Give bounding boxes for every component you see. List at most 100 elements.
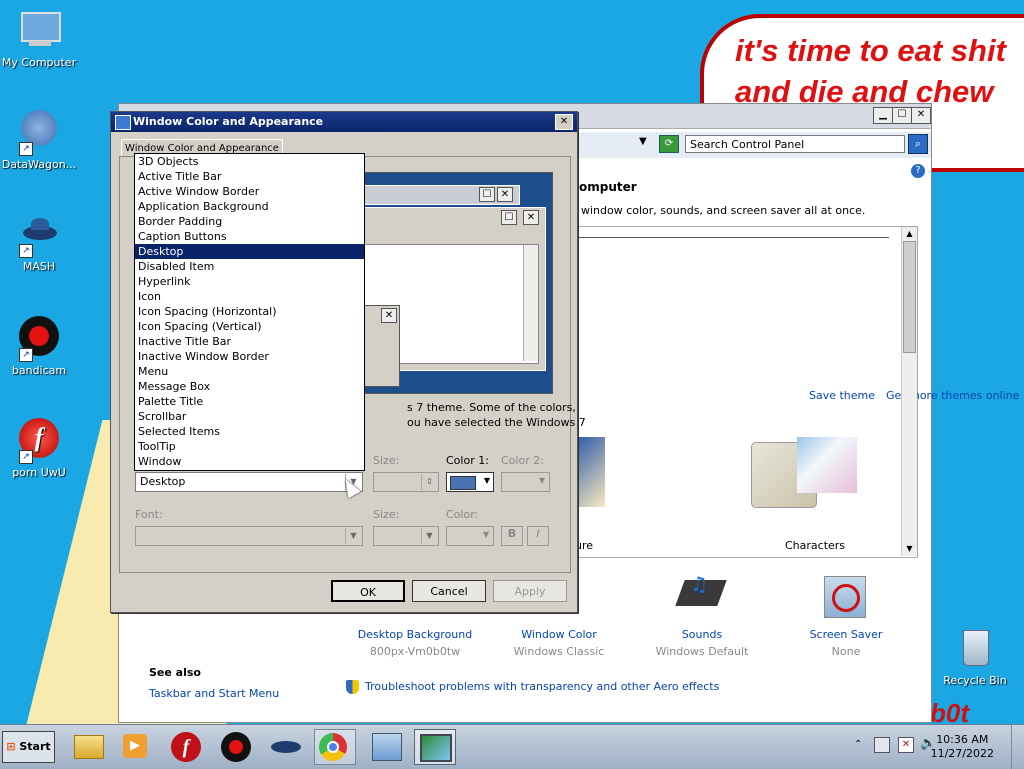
dropdown-option[interactable]: Active Window Border bbox=[135, 184, 364, 199]
help-icon[interactable]: ? bbox=[911, 164, 925, 178]
action-center-icon[interactable]: ✕ bbox=[898, 737, 914, 753]
chevron-down-icon[interactable]: ▼ bbox=[421, 528, 437, 544]
dropdown-option[interactable]: Selected Items bbox=[135, 424, 364, 439]
shortcut-arrow-icon: ↗ bbox=[19, 450, 33, 464]
dropdown-option[interactable]: Inactive Window Border bbox=[135, 349, 364, 364]
desktop-icon-bandicam[interactable]: ↗ bandicam bbox=[0, 316, 78, 377]
screen-saver-link[interactable]: Screen Saver bbox=[776, 628, 916, 641]
dropdown-option[interactable]: Border Padding bbox=[135, 214, 364, 229]
color1-picker[interactable]: ▼ bbox=[446, 472, 494, 492]
themes-scrollbar[interactable]: ▲ ▼ bbox=[901, 227, 917, 556]
bandicam-taskbar-icon[interactable] bbox=[216, 729, 256, 763]
network-icon[interactable] bbox=[874, 737, 890, 753]
screen-saver-item[interactable]: Screen Saver None bbox=[776, 572, 916, 658]
desktop-icon-mash[interactable]: ↗ MASH bbox=[0, 212, 78, 273]
italic-button[interactable]: I bbox=[527, 526, 549, 546]
mash-taskbar-icon[interactable] bbox=[266, 729, 306, 763]
speech-bubble-text: it's time to eat shit and die and chew bbox=[735, 33, 1006, 109]
scroll-down-icon[interactable]: ▼ bbox=[902, 542, 917, 556]
troubleshoot-link[interactable]: Troubleshoot problems with transparency … bbox=[365, 680, 719, 693]
search-input[interactable]: Search Control Panel bbox=[685, 135, 905, 153]
spinner-icon[interactable]: ⇕ bbox=[421, 474, 437, 490]
dropdown-option[interactable]: Menu bbox=[135, 364, 364, 379]
search-icon[interactable]: ⌕ bbox=[908, 134, 928, 154]
bold-button[interactable]: B bbox=[501, 526, 523, 546]
datawagon-icon: ↗ bbox=[17, 110, 61, 156]
ok-button[interactable]: OK bbox=[331, 580, 405, 602]
item-select[interactable]: Desktop ▼ bbox=[135, 472, 363, 492]
sounds-value: Windows Default bbox=[655, 645, 749, 658]
font-size-select[interactable]: ▼ bbox=[373, 526, 439, 546]
dropdown-option[interactable]: Icon Spacing (Vertical) bbox=[135, 319, 364, 334]
chevron-down-icon[interactable]: ▼ bbox=[345, 528, 361, 544]
desktop-background-link[interactable]: Desktop Background bbox=[345, 628, 485, 641]
dialog-app-icon bbox=[115, 115, 131, 130]
see-also-heading: See also bbox=[149, 666, 201, 679]
taskbar-start-menu-link[interactable]: Taskbar and Start Menu bbox=[149, 687, 279, 700]
dropdown-option[interactable]: Application Background bbox=[135, 199, 364, 214]
shortcut-arrow-icon: ↗ bbox=[19, 244, 33, 258]
control-panel-taskbar-icon[interactable] bbox=[366, 729, 406, 763]
dropdown-option[interactable]: ToolTip bbox=[135, 439, 364, 454]
system-clock[interactable]: 10:36 AM 11/27/2022 bbox=[931, 733, 994, 761]
minimize-icon[interactable]: ▁ bbox=[873, 107, 893, 124]
window-color-link[interactable]: Window Color bbox=[489, 628, 629, 641]
chevron-down-icon: ▼ bbox=[538, 476, 545, 485]
desktop-icon-my-computer[interactable]: My Computer bbox=[0, 8, 78, 69]
dropdown-option[interactable]: Hyperlink bbox=[135, 274, 364, 289]
desktop-icon-porn-uwu[interactable]: f ↗ porn UwU bbox=[0, 418, 78, 479]
save-theme-link[interactable]: Save theme bbox=[809, 389, 875, 402]
color2-picker[interactable]: ▼ bbox=[501, 472, 550, 492]
desktop-icon-recycle-bin[interactable]: Recycle Bin bbox=[936, 626, 1014, 687]
dropdown-option[interactable]: Icon bbox=[135, 289, 364, 304]
dropdown-option[interactable]: Palette Title bbox=[135, 394, 364, 409]
apply-button[interactable]: Apply bbox=[493, 580, 567, 602]
dropdown-option[interactable]: Active Title Bar bbox=[135, 169, 364, 184]
preview-close-icon: ✕ bbox=[523, 210, 539, 225]
dropdown-option[interactable]: 3D Objects bbox=[135, 154, 364, 169]
taskbar: ⊞ Start ▶ f ⌃ ✕ 🔈 10:36 AM 11/27/2022 bbox=[0, 724, 1024, 769]
font-color-picker[interactable]: ▼ bbox=[446, 526, 494, 546]
scroll-thumb[interactable] bbox=[903, 241, 916, 353]
cancel-button[interactable]: Cancel bbox=[412, 580, 486, 602]
dropdown-option[interactable]: Scrollbar bbox=[135, 409, 364, 424]
dropdown-option[interactable]: Desktop bbox=[135, 244, 364, 259]
show-hidden-icons-icon[interactable]: ⌃ bbox=[854, 739, 862, 750]
dialog-title-bar: Window Color and Appearance ✕ bbox=[111, 112, 577, 132]
dropdown-option[interactable]: Message Box bbox=[135, 379, 364, 394]
refresh-icon[interactable]: ⟳ bbox=[659, 135, 679, 153]
desktop-icon-datawagon[interactable]: ↗ DataWagon... bbox=[0, 110, 78, 171]
chrome-taskbar-icon[interactable] bbox=[314, 729, 356, 765]
sounds-link[interactable]: Sounds bbox=[632, 628, 772, 641]
theme-thumbnail-nature[interactable] bbox=[575, 437, 605, 507]
preview-max-icon: ☐ bbox=[501, 210, 517, 225]
shortcut-arrow-icon: ↗ bbox=[19, 348, 33, 362]
font-select[interactable]: ▼ bbox=[135, 526, 363, 546]
bandicam-icon: ↗ bbox=[17, 316, 61, 362]
show-desktop-button[interactable] bbox=[1011, 725, 1024, 769]
dropdown-option[interactable]: Window bbox=[135, 454, 364, 469]
maximize-icon[interactable]: ☐ bbox=[892, 107, 912, 124]
dropdown-option[interactable]: Icon Spacing (Horizontal) bbox=[135, 304, 364, 319]
desktop-icon-label: porn UwU bbox=[12, 466, 66, 479]
sounds-item[interactable]: ♫ Sounds Windows Default bbox=[632, 572, 772, 658]
preview-scrollbar bbox=[523, 245, 538, 361]
dropdown-option[interactable]: Caption Buttons bbox=[135, 229, 364, 244]
close-icon[interactable]: ✕ bbox=[911, 107, 931, 124]
dropdown-option[interactable]: Inactive Title Bar bbox=[135, 334, 364, 349]
flash-taskbar-icon[interactable]: f bbox=[166, 729, 206, 763]
start-button[interactable]: ⊞ Start bbox=[2, 731, 55, 763]
media-player-taskbar-icon[interactable]: ▶ bbox=[116, 729, 156, 763]
display-settings-taskbar-icon[interactable] bbox=[414, 729, 456, 765]
item-select-value: Desktop bbox=[140, 475, 186, 488]
address-dropdown-icon[interactable]: ▼ bbox=[639, 136, 647, 147]
size-spinner[interactable]: ⇕ bbox=[373, 472, 439, 492]
desktop-icon-label: MASH bbox=[22, 260, 56, 273]
recycle-bin-icon bbox=[953, 626, 997, 670]
explorer-taskbar-icon[interactable] bbox=[68, 729, 108, 763]
scroll-up-icon[interactable]: ▲ bbox=[902, 227, 917, 241]
preview-close-icon: ✕ bbox=[381, 308, 397, 323]
dropdown-option[interactable]: Disabled Item bbox=[135, 259, 364, 274]
close-icon[interactable]: ✕ bbox=[555, 114, 573, 130]
screen-saver-value: None bbox=[831, 645, 861, 658]
